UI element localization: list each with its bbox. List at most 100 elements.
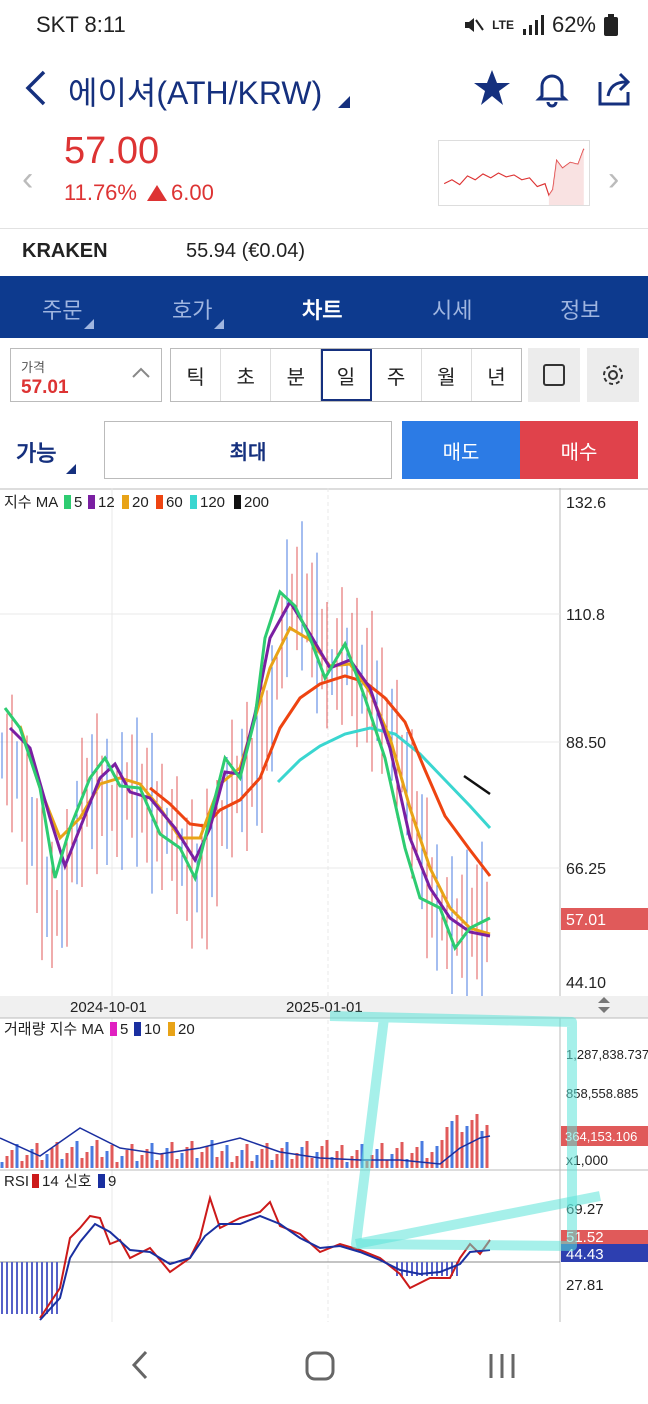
legend-swatch-ma5 [64, 495, 71, 509]
rsi-histogram-bar [401, 1262, 403, 1276]
ma200-line [463, 774, 491, 796]
volume-bar [290, 1159, 294, 1168]
rsi-histogram [1, 1262, 458, 1314]
volume-bar [205, 1146, 209, 1168]
period-month[interactable]: 월 [422, 349, 472, 401]
tab-info[interactable]: 정보 [560, 293, 600, 325]
period-minute[interactable]: 분 [271, 349, 322, 401]
price-axis-label: 44.10 [566, 975, 606, 992]
volume-bar [415, 1147, 419, 1168]
exchange-value: 55.94 (€0.04) [186, 240, 305, 262]
volume-bar [60, 1159, 64, 1168]
volume-bar [225, 1145, 229, 1168]
volume-bar [305, 1141, 309, 1168]
title-dropdown-caret-icon[interactable] [338, 96, 350, 108]
volume-bar [125, 1150, 129, 1168]
price-axis-label: 132.6 [566, 495, 606, 512]
legend-swatch-ma12 [88, 495, 95, 509]
tab-order[interactable]: 주문 [42, 293, 95, 329]
battery-percent: 62% [551, 12, 596, 37]
period-year[interactable]: 년 [472, 349, 521, 401]
volume-bar [310, 1158, 314, 1168]
tab-orderbook[interactable]: 호가 [172, 293, 225, 329]
nav-back-icon[interactable] [126, 1348, 156, 1382]
back-arrow-icon[interactable] [20, 66, 54, 110]
price-chart[interactable]: 지수 MA 5 12 20 60 120 200 132.6 110.8 88.… [0, 488, 648, 1322]
sub-caret-icon [214, 319, 225, 329]
signal-swatch [98, 1174, 105, 1188]
buy-button[interactable]: 매수 [520, 421, 638, 479]
chevron-up-icon[interactable] [131, 363, 151, 383]
nav-home-icon[interactable] [304, 1350, 336, 1382]
volume-bar [245, 1144, 249, 1168]
tab-order-label: 주문 [42, 298, 83, 323]
sell-button[interactable]: 매도 [402, 421, 520, 479]
change-amount: 6.00 [170, 180, 214, 205]
available-label[interactable]: 가능 [16, 436, 56, 468]
volume-bar [200, 1152, 204, 1168]
volume-bar [390, 1154, 394, 1168]
fullscreen-button[interactable] [528, 348, 580, 402]
volume-legend-prefix: 거래량 지수 MA [4, 1021, 104, 1038]
volume-swatch-5 [110, 1022, 117, 1036]
volume-bar [460, 1132, 464, 1168]
prev-arrow-icon[interactable]: ‹ [22, 160, 33, 199]
volume-bar [380, 1143, 384, 1168]
ma120-line [276, 726, 492, 830]
volume-bar [480, 1131, 484, 1168]
share-icon[interactable] [594, 68, 634, 108]
tab-chart[interactable]: 차트 [302, 293, 342, 325]
volume-bar [135, 1161, 139, 1168]
tab-market[interactable]: 시세 [432, 293, 472, 325]
volume-bar [120, 1156, 124, 1168]
volume-bar [475, 1114, 479, 1168]
volume-bar [25, 1155, 29, 1168]
rsi-histogram-bar [1, 1262, 3, 1314]
available-caret-icon[interactable] [66, 464, 76, 474]
price-input[interactable]: 가격 57.01 [10, 348, 162, 402]
volume-bar [20, 1161, 24, 1168]
volume-bar [215, 1157, 219, 1168]
volume-bar [240, 1150, 244, 1168]
period-week[interactable]: 주 [372, 349, 422, 401]
star-icon[interactable] [472, 68, 512, 108]
nav-recents-icon[interactable] [486, 1350, 518, 1382]
legend-swatch-ma20 [122, 495, 129, 509]
volume-bar [130, 1144, 134, 1168]
rsi-signal-label: 신호 [64, 1173, 92, 1190]
volume-axis: 1,287,838.737 858,558.885 [566, 1047, 648, 1101]
price-legend: 지수 MA 5 12 20 60 120 200 [4, 494, 269, 511]
change-percent: 11.76% [64, 180, 137, 205]
max-button[interactable]: 최대 [104, 421, 392, 479]
period-tick[interactable]: 틱 [171, 349, 222, 401]
volume-bar [485, 1125, 489, 1168]
bell-icon[interactable] [532, 68, 572, 108]
legend-ma12: 12 [98, 494, 115, 511]
rsi-histogram-bar [11, 1262, 13, 1314]
rsi-histogram-bar [26, 1262, 28, 1314]
volume-bar [285, 1142, 289, 1168]
price-input-label: 가격 [21, 360, 45, 375]
volume-bar [455, 1115, 459, 1168]
price-axis-label: 110.8 [566, 607, 605, 624]
legend-ma60: 60 [166, 494, 183, 511]
settings-button[interactable] [587, 348, 639, 402]
rsi-histogram-bar [6, 1262, 8, 1314]
rsi-legend-prefix: RSI [4, 1173, 29, 1190]
volume-bar [160, 1154, 164, 1168]
rsi-histogram-bar [441, 1262, 443, 1276]
legend-ma20: 20 [132, 494, 149, 511]
volume-bar [300, 1147, 304, 1168]
period-day[interactable]: 일 [321, 349, 372, 401]
status-time: SKT 8:11 [36, 12, 126, 37]
volume-bar [340, 1145, 344, 1168]
tab-orderbook-label: 호가 [172, 298, 213, 323]
page-title[interactable]: 에이셔(ATH/KRW) [68, 68, 322, 114]
volume-bar [220, 1151, 224, 1168]
rsi-signal-period: 9 [108, 1173, 116, 1190]
next-arrow-icon[interactable]: › [608, 160, 619, 199]
mini-chart[interactable] [438, 140, 590, 206]
period-second[interactable]: 초 [221, 349, 272, 401]
volume-bar [90, 1146, 94, 1168]
volume-bar [230, 1162, 234, 1168]
